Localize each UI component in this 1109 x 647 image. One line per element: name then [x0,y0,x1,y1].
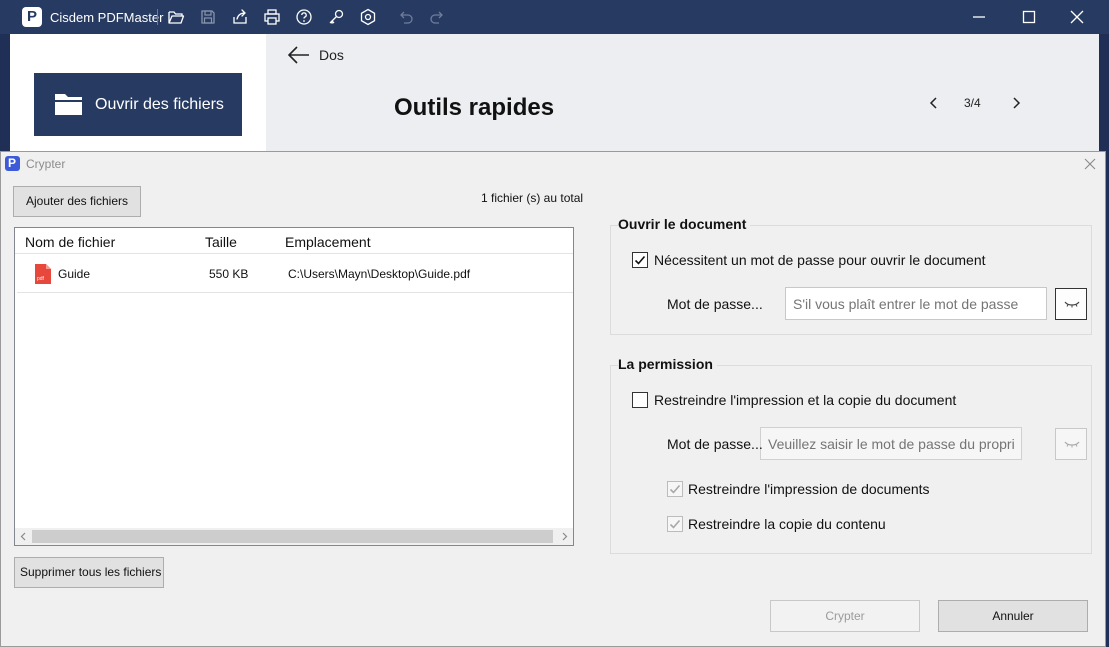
maximize-icon[interactable] [1020,8,1038,26]
restrict-checkbox[interactable] [632,392,648,408]
sidebar: Ouvrir des fichiers [10,34,266,154]
share-icon[interactable] [231,8,249,26]
open-files-label: Ouvrir des fichiers [95,96,224,113]
settings-icon[interactable] [359,8,377,26]
open-document-group-title: Ouvrir le document [618,216,751,232]
close-icon[interactable] [1068,8,1086,26]
app-logo-icon: P [22,7,42,27]
cancel-button[interactable]: Annuler [938,600,1088,632]
undo-icon[interactable] [397,8,415,26]
pager-text: 3/4 [964,96,981,110]
restrict-print-checkbox[interactable] [667,481,683,497]
open-password-label: Mot de passe... [667,296,763,312]
scrollbar-thumb[interactable] [32,530,553,543]
file-size-cell: 550 KB [209,267,249,281]
open-password-input[interactable] [785,287,1047,320]
file-name-cell: Guide [58,267,91,281]
save-icon[interactable] [199,8,217,26]
back-button[interactable]: Dos [288,45,358,67]
dialog-title: Crypter [26,157,66,171]
page-title: Outils rapides [394,94,555,121]
back-label: Dos [319,47,344,63]
folder-open-icon[interactable] [167,8,185,26]
app-name: Cisdem PDFMaster [50,10,164,25]
encrypt-dialog: P Crypter Ajouter des fichiers 1 fichier… [0,151,1106,647]
horizontal-scrollbar[interactable] [15,528,573,545]
restrict-print-label: Restreindre l'impression de documents [688,481,930,497]
toggle-password-visibility-button[interactable] [1055,288,1087,320]
open-files-button[interactable]: Ouvrir des fichiers [34,73,242,136]
column-header-size[interactable]: Taille [205,234,237,250]
eye-closed-icon [1064,441,1080,448]
minimize-icon[interactable] [970,8,988,26]
restrict-copy-checkbox[interactable] [667,516,683,532]
delete-all-button[interactable]: Supprimer tous les fichiers [14,557,164,588]
toolbar-divider [157,9,158,25]
table-row[interactable]: pdf Guide 550 KB C:\Users\Mayn\Desktop\G… [17,255,573,293]
require-password-label: Nécessitent un mot de passe pour ouvrir … [654,252,986,268]
arrow-left-icon [288,46,309,64]
add-files-button[interactable]: Ajouter des fichiers [13,186,141,217]
title-bar: P Cisdem PDFMaster [0,0,1109,34]
pdf-file-icon: pdf [35,264,51,284]
column-header-name[interactable]: Nom de fichier [25,234,115,250]
restrict-label: Restreindre l'impression et la copie du … [654,392,957,408]
column-header-location[interactable]: Emplacement [285,234,371,250]
toggle-owner-password-visibility-button[interactable] [1055,428,1087,460]
print-icon[interactable] [263,8,281,26]
redo-icon[interactable] [428,8,446,26]
owner-password-input[interactable] [760,427,1022,460]
chevron-left-icon[interactable] [927,96,941,110]
file-table: Nom de fichier Taille Emplacement pdf Gu… [14,227,574,546]
dialog-close-icon[interactable] [1084,157,1096,170]
restrict-copy-label: Restreindre la copie du contenu [688,516,886,532]
key-icon[interactable] [327,8,345,26]
encrypt-button[interactable]: Crypter [770,600,920,632]
permission-group-title: La permission [618,356,717,372]
require-password-checkbox[interactable] [632,252,648,268]
file-count: 1 fichier (s) au total [481,191,584,205]
owner-password-label: Mot de passe... [667,436,763,452]
help-icon[interactable] [295,8,313,26]
chevron-right-icon[interactable] [1009,96,1023,110]
table-header: Nom de fichier Taille Emplacement [15,228,573,254]
svg-text:pdf: pdf [37,276,45,282]
file-location-cell: C:\Users\Mayn\Desktop\Guide.pdf [288,267,471,281]
eye-closed-icon [1064,301,1080,308]
scroll-right-icon[interactable] [560,532,569,541]
folder-icon [55,94,82,115]
scroll-left-icon[interactable] [19,532,28,541]
app-body: Ouvrir des fichiers Dos Outils rapides 3… [10,34,1099,154]
dialog-logo-icon: P [5,156,20,171]
